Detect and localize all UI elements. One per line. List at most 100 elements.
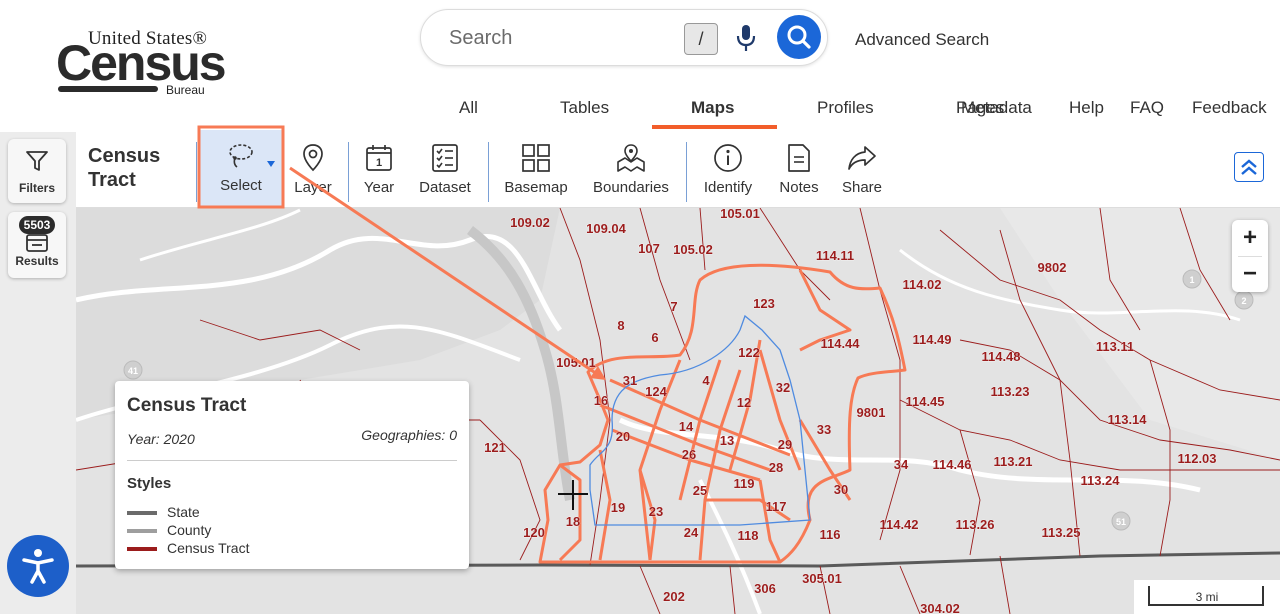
tract-label: 23	[649, 504, 663, 519]
geography-title: Census Tract	[88, 144, 160, 192]
microphone-icon[interactable]	[733, 22, 759, 54]
tract-label: 109.04	[586, 221, 627, 236]
info-icon	[714, 144, 742, 172]
tab-faq[interactable]: FAQ	[1130, 98, 1164, 118]
tract-label: 114.45	[905, 394, 944, 409]
checklist-icon	[432, 144, 458, 172]
legend-swatch	[127, 547, 157, 551]
legend-panel: Census Tract Year: 2020 Geographies: 0 S…	[115, 381, 469, 569]
search-input[interactable]	[449, 22, 669, 54]
filter-icon	[26, 151, 48, 171]
filters-button[interactable]: Filters	[8, 139, 66, 203]
double-chevron-up-icon	[1241, 159, 1257, 175]
notes-tool-label: Notes	[779, 179, 819, 196]
note-icon	[788, 144, 810, 172]
boundaries-tool[interactable]: Boundaries	[586, 140, 676, 204]
legend-divider	[127, 460, 457, 461]
layer-tool[interactable]: Layer	[288, 140, 338, 204]
tab-feedback[interactable]: Feedback	[1192, 98, 1267, 118]
scale-label: 3 mi	[1195, 590, 1219, 604]
svg-text:2: 2	[1241, 296, 1246, 306]
notes-tool[interactable]: Notes	[774, 140, 824, 204]
legend-title: Census Tract	[127, 395, 247, 416]
tract-label: 114.46	[932, 457, 971, 472]
search-box: /	[420, 9, 828, 66]
tract-label: 113.26	[955, 517, 994, 532]
map-location-icon	[617, 144, 645, 172]
search-button[interactable]	[777, 15, 821, 59]
tab-maps[interactable]: Maps	[691, 98, 734, 118]
highway-shield: 2	[1234, 290, 1254, 310]
results-button[interactable]: 5503 Results	[8, 212, 66, 278]
filters-label: Filters	[18, 181, 55, 195]
logo-line3: Bureau	[166, 83, 205, 97]
dataset-tool-label: Dataset	[419, 179, 471, 196]
collapse-toolbar-button[interactable]	[1234, 152, 1264, 182]
tract-label: 202	[663, 589, 685, 604]
lasso-select-icon	[229, 144, 253, 168]
results-icon	[26, 234, 48, 252]
legend-item-label: Census Tract	[167, 540, 250, 556]
legend-geographies: Geographies: 0	[361, 427, 457, 443]
map-pin-icon	[303, 144, 323, 172]
tab-all[interactable]: All	[459, 98, 478, 118]
scale-bar: 3 mi	[1134, 580, 1280, 614]
select-tool[interactable]: Select	[200, 130, 282, 206]
tract-label: 14	[679, 419, 694, 434]
logo-bar	[58, 86, 158, 92]
tract-label: 24	[684, 525, 699, 540]
tract-label: 20	[616, 429, 630, 444]
tab-help[interactable]: Help	[1069, 98, 1104, 118]
search-shortcut-key: /	[684, 23, 718, 55]
tract-label: 114.02	[902, 277, 941, 292]
tract-label: 31	[623, 373, 637, 388]
zoom-out-button[interactable]: −	[1232, 256, 1268, 292]
main-tabs: All Tables Maps Profiles Pages Metadata …	[0, 98, 1280, 132]
tab-tables[interactable]: Tables	[560, 98, 609, 118]
geography-title-line1: Census	[88, 145, 161, 167]
identify-tool[interactable]: Identify	[698, 140, 758, 204]
grid-icon	[522, 144, 550, 172]
tract-label: 124	[645, 384, 667, 399]
tract-label: 105.01	[556, 355, 596, 370]
tract-label: 304.02	[920, 601, 960, 614]
legend-item-label: State	[167, 504, 200, 520]
tract-label: 112.03	[1177, 451, 1216, 466]
toolbar-divider	[196, 142, 197, 202]
tract-label: 7	[670, 299, 677, 314]
accessibility-button[interactable]	[7, 535, 69, 597]
year-tool[interactable]: 1 Year	[356, 140, 402, 204]
tract-label: 32	[776, 380, 790, 395]
dataset-tool[interactable]: Dataset	[414, 140, 476, 204]
tab-metadata[interactable]: Metadata	[961, 98, 1032, 118]
tract-label: 34	[894, 457, 909, 472]
tract-label: 114.42	[879, 517, 918, 532]
results-label: Results	[15, 254, 59, 268]
basemap-tool[interactable]: Basemap	[500, 140, 572, 204]
share-tool[interactable]: Share	[838, 140, 886, 204]
tract-label: 18	[566, 514, 580, 529]
tract-label: 118	[738, 528, 759, 543]
tract-label: 33	[817, 422, 831, 437]
svg-text:1: 1	[376, 157, 382, 169]
census-logo[interactable]: United States® Census Bureau	[56, 28, 227, 98]
tract-label: 105.01	[720, 208, 760, 221]
selected-tracts-outline	[538, 263, 907, 564]
year-tool-label: Year	[363, 179, 395, 196]
active-tab-underline	[652, 125, 777, 129]
advanced-search-link[interactable]: Advanced Search	[855, 30, 989, 50]
tract-label: 107	[638, 241, 660, 256]
map-toolbar: Census Tract Select Layer 1 Year Dataset…	[76, 130, 1280, 208]
svg-text:41: 41	[128, 366, 138, 376]
tab-profiles[interactable]: Profiles	[817, 98, 874, 118]
layer-tool-label: Layer	[294, 179, 332, 196]
tract-label: 123	[753, 296, 775, 311]
tract-label: 122	[738, 345, 760, 360]
tract-label: 30	[834, 482, 848, 497]
zoom-control: + −	[1232, 220, 1268, 292]
tract-label: 28	[769, 460, 783, 475]
zoom-in-button[interactable]: +	[1232, 220, 1268, 256]
tract-label: 113.23	[990, 384, 1029, 399]
tract-label: 8	[617, 318, 624, 333]
toolbar-divider	[686, 142, 687, 202]
